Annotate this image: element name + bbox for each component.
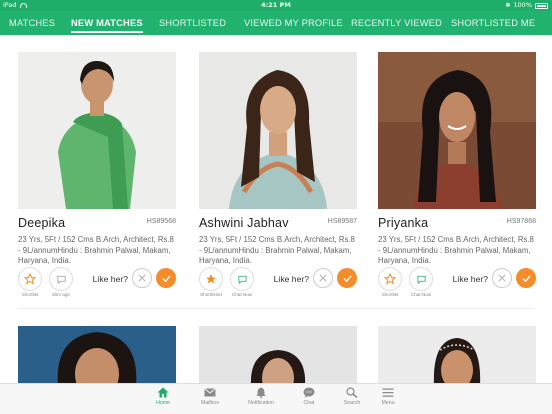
check-icon — [521, 274, 531, 282]
profile-id: HS89587 — [327, 218, 357, 225]
nav-search[interactable]: Search — [332, 387, 372, 406]
profile-name[interactable]: Deepika — [18, 216, 65, 230]
star-filled-icon — [206, 274, 216, 284]
home-icon — [157, 387, 169, 398]
decline-button[interactable] — [132, 268, 152, 288]
bluetooth-icon: ✱ — [505, 2, 511, 9]
profile-photo[interactable] — [199, 52, 357, 209]
nav-mailbox[interactable]: Mailbox — [190, 387, 230, 406]
row-divider — [18, 308, 534, 309]
battery-percent: 100% — [513, 1, 532, 9]
chat-button[interactable] — [409, 267, 433, 291]
chat-status-label: 30m ago — [52, 292, 70, 297]
shortlist-label: Shortlisted — [200, 292, 222, 297]
close-icon — [319, 274, 327, 282]
battery-icon — [535, 2, 548, 9]
nav-menu[interactable]: Menu — [368, 387, 408, 406]
profile-card[interactable]: Ashwini Jabhav HS89587 23 Yrs, 5Ft / 152… — [199, 52, 357, 302]
chat-icon — [303, 387, 315, 398]
chat-bubble-icon — [56, 275, 66, 284]
tab-viewed-my-profile[interactable]: VIEWED MY PROFILE — [244, 11, 343, 35]
tab-new-matches[interactable]: NEW MATCHES — [71, 11, 143, 35]
like-prompt: Like her? — [273, 274, 309, 284]
profile-id: HS89568 — [146, 218, 176, 225]
profile-name[interactable]: Priyanka — [378, 216, 428, 230]
like-prompt: Like her? — [452, 274, 488, 284]
tab-shortlisted[interactable]: SHORTLISTED — [159, 11, 226, 35]
tab-matches[interactable]: MATCHES — [9, 11, 55, 35]
star-outline-icon — [24, 273, 36, 285]
nav-notification[interactable]: Notification — [241, 387, 281, 406]
profile-card[interactable]: Priyanka HS97868 23 Yrs, 5Ft / 152 Cms B… — [378, 52, 536, 302]
profile-details: 23 Yrs, 5Ft / 152 Cms B.Arch, Architect,… — [378, 235, 534, 265]
nav-chat[interactable]: Chat — [289, 387, 329, 406]
profile-details: 23 Yrs, 5Ft / 152 Cms B.Arch, Architect,… — [199, 235, 355, 265]
close-icon — [498, 274, 506, 282]
shortlist-button[interactable] — [378, 267, 402, 291]
status-bar: iPad 4:21 PM ✱ 100% — [0, 0, 552, 11]
accept-button[interactable] — [156, 268, 176, 288]
nav-home[interactable]: Home — [143, 387, 183, 406]
search-icon — [346, 387, 358, 398]
like-prompt: Like her? — [92, 274, 128, 284]
menu-icon — [382, 388, 394, 397]
profile-photo[interactable] — [378, 326, 536, 386]
tab-recently-viewed[interactable]: RECENTLY VIEWED — [351, 11, 442, 35]
clock: 4:21 PM — [261, 1, 291, 9]
decline-button[interactable] — [313, 268, 333, 288]
close-icon — [138, 274, 146, 282]
profile-card[interactable]: Deepika HS89568 23 Yrs, 5Ft / 152 Cms B.… — [18, 52, 176, 302]
tab-shortlisted-me[interactable]: SHORTLISTED ME — [451, 11, 535, 35]
shortlist-button[interactable] — [18, 267, 42, 291]
profile-photo[interactable] — [18, 52, 176, 209]
shortlist-label: Shortlist — [21, 292, 39, 297]
chat-status-label: Chat Now — [231, 292, 253, 297]
chat-status-label: Chat Now — [410, 292, 432, 297]
profile-photo[interactable] — [378, 52, 536, 209]
accept-button[interactable] — [516, 268, 536, 288]
profile-photo[interactable] — [18, 326, 176, 386]
shortlist-button[interactable] — [199, 267, 223, 291]
profile-details: 23 Yrs, 5Ft / 152 Cms B.Arch, Architect,… — [18, 235, 174, 265]
bell-icon — [256, 387, 266, 398]
star-outline-icon — [384, 273, 396, 285]
shortlist-label: Shortlist — [381, 292, 399, 297]
chat-button[interactable] — [230, 267, 254, 291]
bottom-nav: Home Mailbox Notification Chat Search Me… — [0, 383, 552, 414]
profile-id: HS97868 — [506, 218, 536, 225]
check-icon — [342, 274, 352, 282]
mail-icon — [204, 388, 216, 397]
check-icon — [161, 274, 171, 282]
decline-button[interactable] — [492, 268, 512, 288]
profile-name[interactable]: Ashwini Jabhav — [199, 216, 289, 230]
chat-button[interactable] — [49, 267, 73, 291]
profile-photo[interactable] — [199, 326, 357, 386]
chat-bubble-icon — [416, 275, 426, 284]
chat-bubble-icon — [237, 275, 247, 284]
tab-bar: MATCHES NEW MATCHES SHORTLISTED VIEWED M… — [0, 11, 552, 35]
accept-button[interactable] — [337, 268, 357, 288]
